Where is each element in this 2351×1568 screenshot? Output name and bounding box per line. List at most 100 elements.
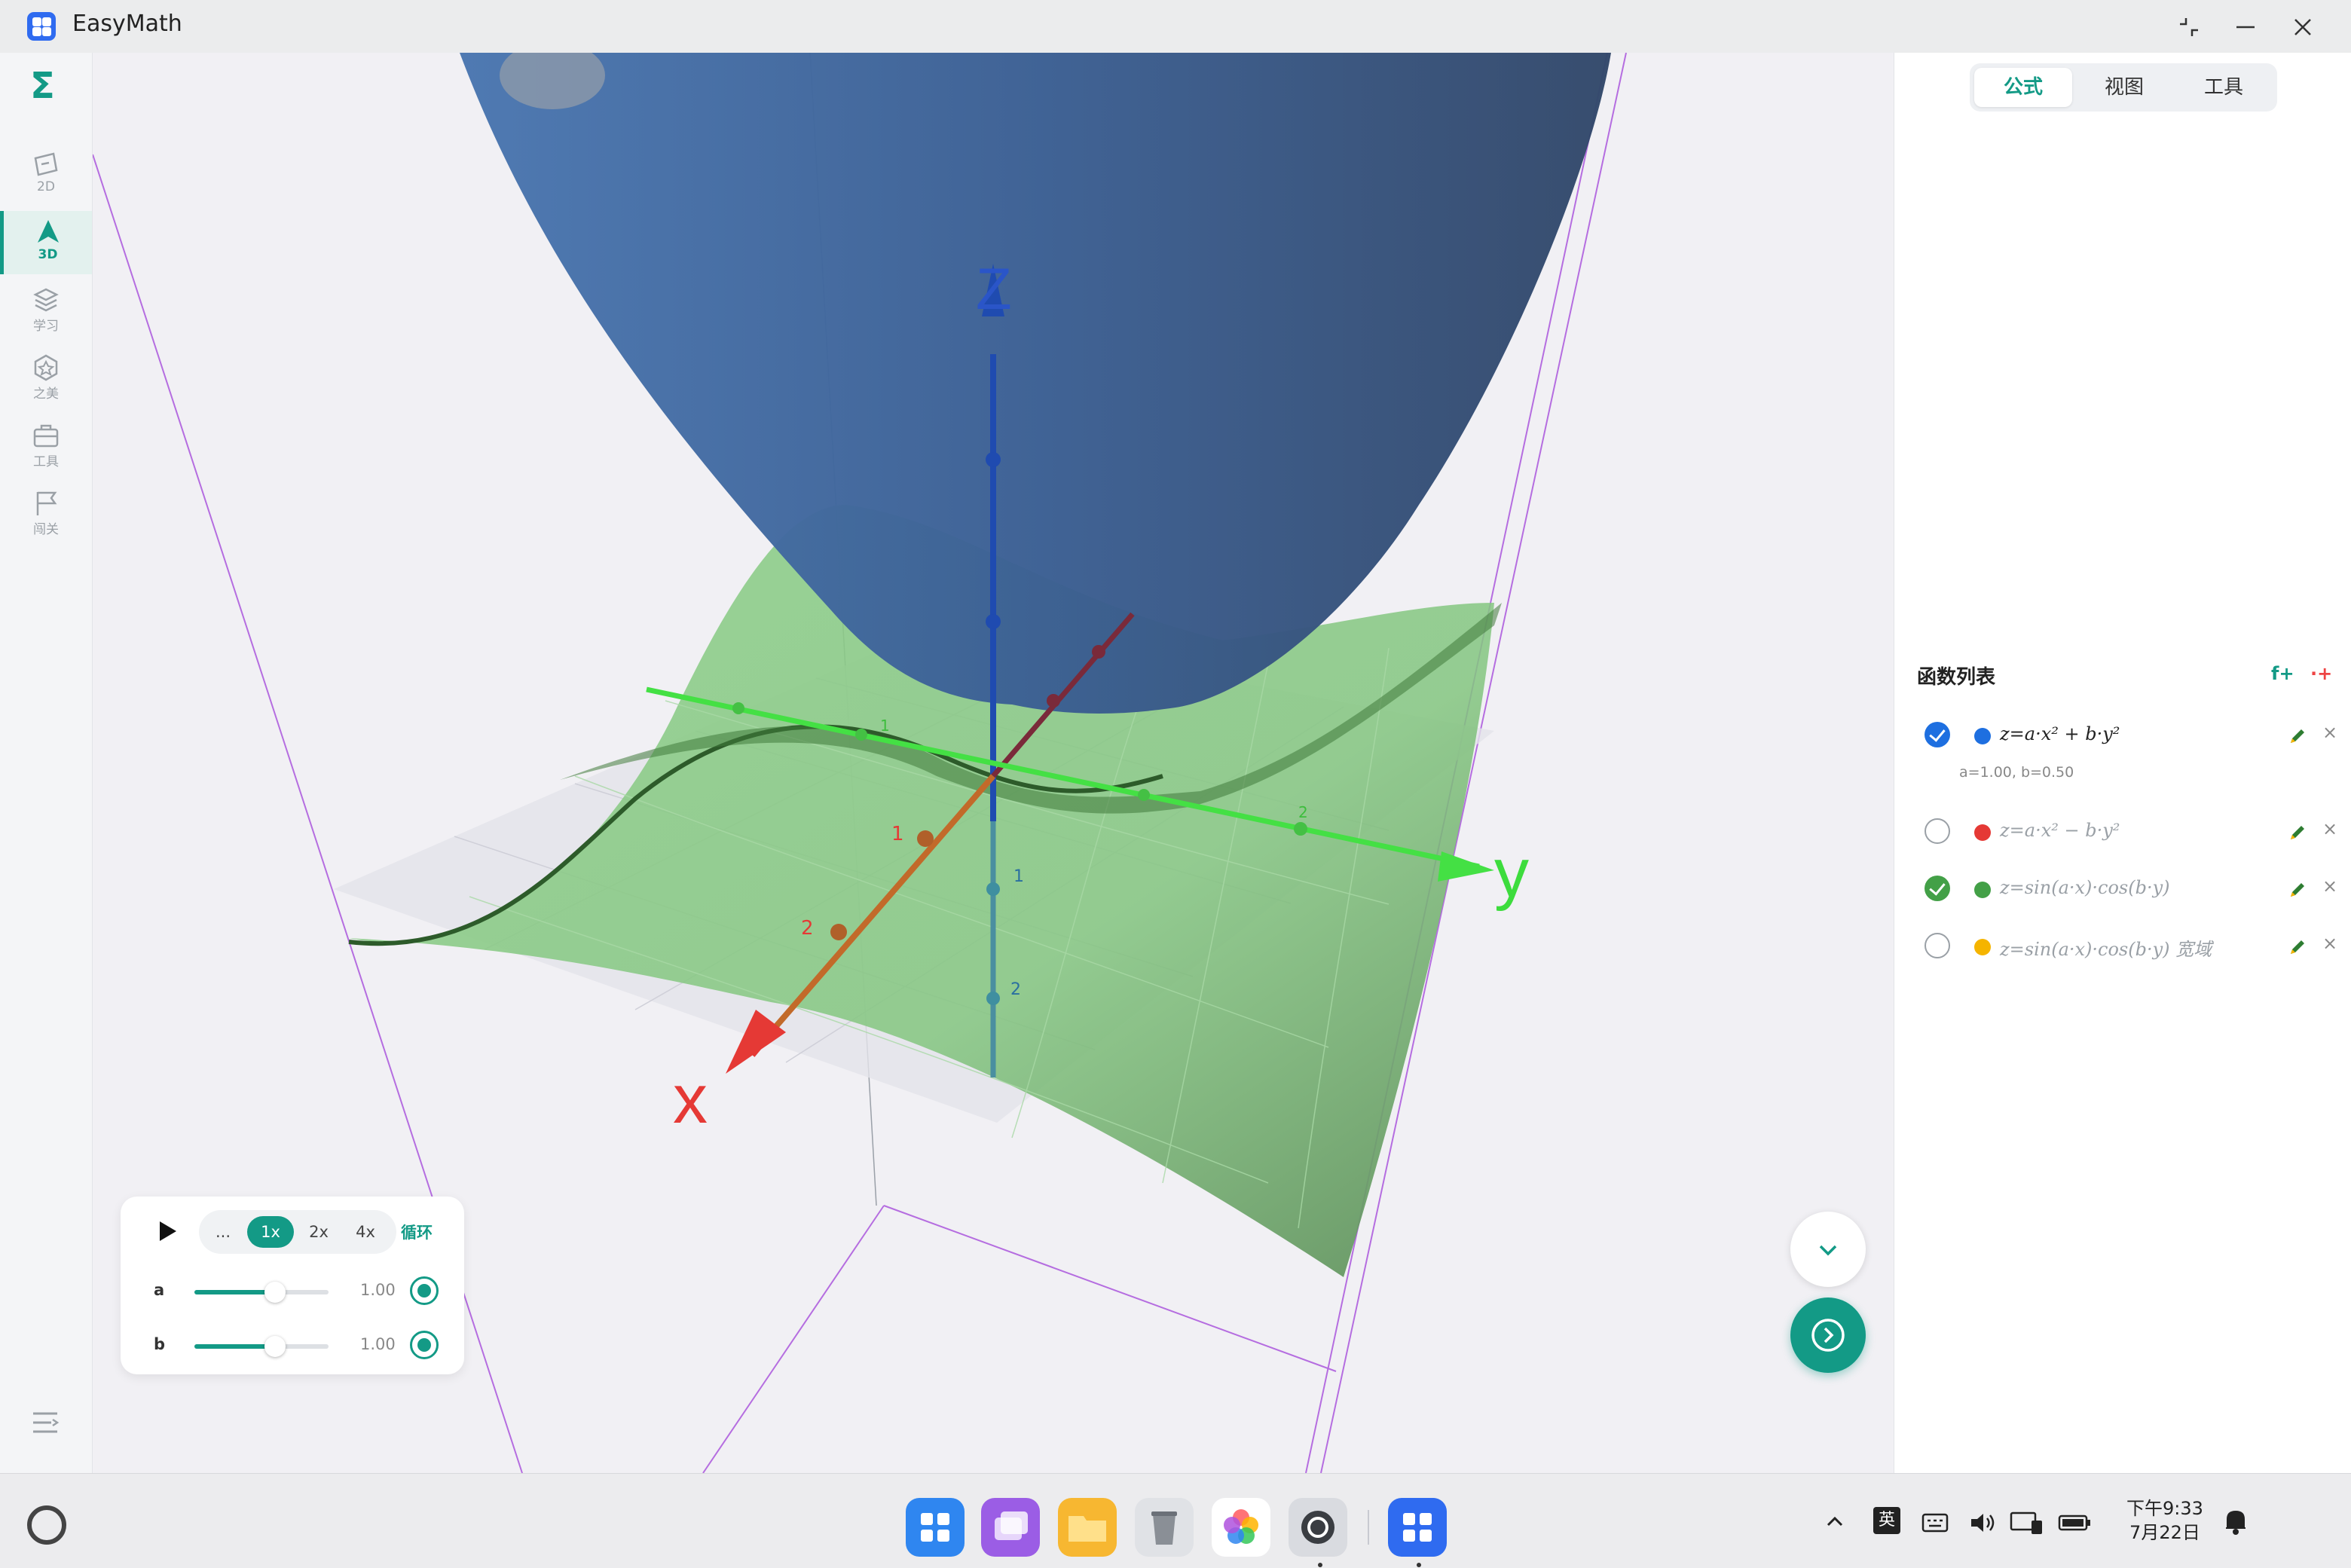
function-row[interactable]: z=a·x² − b·y² × bbox=[1917, 809, 2339, 854]
sidebar-item-3d[interactable]: 3D bbox=[0, 211, 92, 274]
z-tick-1: 1 bbox=[1013, 867, 1024, 886]
slider-a-name: a bbox=[154, 1281, 165, 1299]
add-point-button[interactable]: ·+ bbox=[2310, 663, 2332, 684]
sidebar-item-tools[interactable]: 工具 bbox=[0, 414, 92, 478]
tab-formula[interactable]: 公式 bbox=[1974, 68, 2072, 107]
toolbox-icon bbox=[33, 424, 59, 448]
keyboard-icon[interactable] bbox=[1920, 1510, 1950, 1541]
taskbar-divider bbox=[1368, 1510, 1369, 1545]
tray-expand-icon[interactable] bbox=[1824, 1510, 1846, 1538]
slider-b-fill bbox=[194, 1344, 275, 1349]
x-tick-2: 2 bbox=[801, 917, 814, 940]
app-title: EasyMath bbox=[72, 11, 182, 37]
edit-icon[interactable] bbox=[2286, 821, 2309, 847]
function-list-title: 函数列表 bbox=[1917, 666, 1996, 689]
delete-icon[interactable]: × bbox=[2322, 818, 2337, 839]
multitask-icon[interactable] bbox=[981, 1498, 1040, 1557]
sidebar-item-label: 2D bbox=[37, 179, 55, 194]
function-formula: z=sin(a·x)·cos(b·y) 宽域 bbox=[2000, 939, 2212, 960]
function-checkbox[interactable] bbox=[1925, 933, 1950, 958]
add-function-button[interactable]: f+ bbox=[2271, 663, 2294, 684]
photos-icon[interactable] bbox=[1212, 1498, 1270, 1557]
left-sidebar: Σ 2D 3D 学习 之美 工具 闯关 bbox=[0, 53, 93, 1473]
sidebar-item-label: 学习 bbox=[33, 319, 59, 334]
sigma-logo: Σ bbox=[30, 65, 55, 107]
function-color-dot[interactable] bbox=[1974, 882, 1991, 898]
trash-icon[interactable] bbox=[1135, 1498, 1194, 1557]
files-icon[interactable] bbox=[1058, 1498, 1117, 1557]
function-row[interactable]: z=a·x² + b·y² × a=1.00, b=0.50 bbox=[1917, 713, 2339, 781]
function-color-dot[interactable] bbox=[1974, 728, 1991, 744]
slider-b-animate-toggle[interactable] bbox=[410, 1331, 439, 1359]
function-checkbox[interactable] bbox=[1925, 818, 1950, 844]
delete-icon[interactable]: × bbox=[2322, 876, 2337, 897]
sidebar-item-2d[interactable]: 2D bbox=[0, 143, 92, 206]
slider-a-knob[interactable] bbox=[264, 1282, 286, 1303]
edit-icon[interactable] bbox=[2286, 879, 2309, 904]
menu-toggle-icon[interactable] bbox=[30, 1409, 60, 1439]
slider-a-value: 1.00 bbox=[360, 1281, 396, 1299]
slider-a: a 1.00 bbox=[121, 1269, 464, 1314]
flag-icon bbox=[36, 491, 57, 515]
title-bar: EasyMath bbox=[0, 0, 2351, 53]
speed-1x-button[interactable]: 1x bbox=[247, 1216, 294, 1248]
z-tick-2: 2 bbox=[1010, 980, 1021, 999]
restore-icon[interactable] bbox=[2174, 12, 2204, 42]
delete-icon[interactable]: × bbox=[2322, 933, 2337, 954]
display-icon[interactable] bbox=[2009, 1510, 2045, 1541]
slider-a-animate-toggle[interactable] bbox=[410, 1276, 439, 1305]
y-tick-1: 1 bbox=[880, 717, 890, 735]
sidebar-item-label: 闯关 bbox=[33, 522, 59, 537]
play-icon[interactable] bbox=[157, 1219, 179, 1246]
launcher-icon[interactable] bbox=[906, 1498, 965, 1557]
chevron-down-icon bbox=[1819, 1245, 1837, 1256]
loop-toggle[interactable]: 循环 bbox=[401, 1221, 433, 1243]
battery-icon[interactable] bbox=[2057, 1510, 2093, 1541]
tab-tools[interactable]: 工具 bbox=[2175, 68, 2273, 107]
close-icon[interactable] bbox=[2288, 12, 2318, 42]
collapse-button[interactable] bbox=[1790, 1212, 1866, 1287]
running-indicator bbox=[1318, 1563, 1322, 1567]
speed-4x-button[interactable]: 4x bbox=[344, 1216, 387, 1248]
function-formula: z=sin(a·x)·cos(b·y) bbox=[2000, 877, 2170, 898]
panel-tabs: 公式 视图 工具 bbox=[1970, 63, 2277, 112]
function-row[interactable]: z=sin(a·x)·cos(b·y) 宽域 × bbox=[1917, 924, 2339, 969]
chevron-right-circle-icon bbox=[1811, 1319, 1845, 1352]
notification-icon[interactable] bbox=[2223, 1507, 2249, 1541]
tab-view[interactable]: 视图 bbox=[2075, 68, 2173, 107]
x-axis-label: x bbox=[673, 1061, 708, 1138]
clock-date: 7月22日 bbox=[2129, 1522, 2200, 1543]
easymath-icon[interactable] bbox=[1388, 1498, 1447, 1557]
function-color-dot[interactable] bbox=[1974, 824, 1991, 841]
speed-2x-button[interactable]: 2x bbox=[297, 1216, 341, 1248]
function-color-dot[interactable] bbox=[1974, 939, 1991, 955]
sidebar-item-beauty[interactable]: 之美 bbox=[0, 347, 92, 410]
delete-icon[interactable]: × bbox=[2322, 722, 2337, 743]
speed-more-button[interactable]: ... bbox=[203, 1216, 243, 1248]
ime-indicator[interactable]: 英 bbox=[1873, 1507, 1900, 1534]
volume-icon[interactable] bbox=[1968, 1510, 1998, 1541]
assistant-icon[interactable] bbox=[27, 1505, 66, 1545]
function-formula: z=a·x² + b·y² bbox=[2000, 723, 2120, 744]
sidebar-item-challenge[interactable]: 闯关 bbox=[0, 482, 92, 546]
y-tick-2: 2 bbox=[1298, 803, 1308, 821]
slider-a-track[interactable] bbox=[194, 1282, 329, 1303]
sidebar-item-label: 3D bbox=[38, 247, 58, 262]
edit-icon[interactable] bbox=[2286, 725, 2309, 750]
slider-a-fill bbox=[194, 1290, 275, 1294]
clock[interactable]: 下午9:33 7月22日 bbox=[2126, 1496, 2203, 1545]
slider-b-track[interactable] bbox=[194, 1336, 329, 1357]
sidebar-item-study[interactable]: 学习 bbox=[0, 279, 92, 342]
next-button[interactable] bbox=[1790, 1297, 1866, 1373]
slider-b: b 1.00 bbox=[121, 1323, 464, 1368]
function-checkbox[interactable] bbox=[1925, 722, 1950, 747]
settings-icon[interactable] bbox=[1289, 1498, 1347, 1557]
x-tick-1: 1 bbox=[891, 823, 904, 845]
slider-b-knob[interactable] bbox=[264, 1336, 286, 1357]
slider-b-value: 1.00 bbox=[360, 1335, 396, 1353]
edit-icon[interactable] bbox=[2286, 936, 2309, 961]
function-checkbox[interactable] bbox=[1925, 876, 1950, 901]
taskbar: 英 下午9:33 7月22日 bbox=[0, 1473, 2351, 1568]
function-row[interactable]: z=sin(a·x)·cos(b·y) × bbox=[1917, 867, 2339, 912]
minimize-icon[interactable] bbox=[2230, 12, 2261, 42]
